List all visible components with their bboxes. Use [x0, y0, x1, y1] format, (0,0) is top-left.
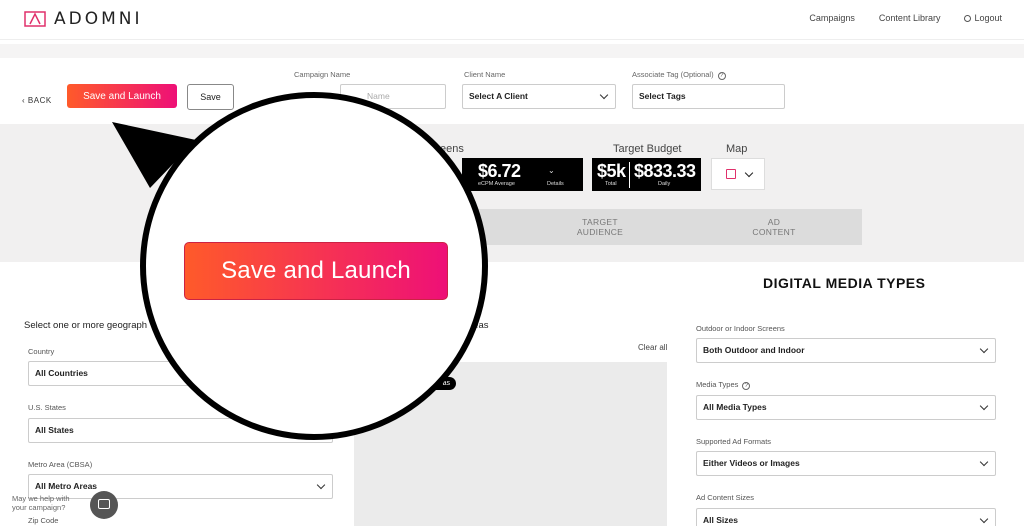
- step-tabs: TARGET AUDIENCE AD CONTENT: [440, 209, 862, 245]
- tag-label: Associate Tag (Optional)?: [632, 70, 726, 80]
- tab-target-audience-line2: AUDIENCE: [576, 227, 624, 237]
- user-icon: [964, 15, 972, 22]
- campaign-toolbar: ‹ BACK Save and Launch Save Campaign Nam…: [0, 58, 1024, 124]
- media-types-value: All Media Types: [703, 402, 767, 412]
- chat-line2: your campaign?: [12, 503, 66, 512]
- nav-logout[interactable]: Logout: [964, 13, 1002, 23]
- chevron-down-icon[interactable]: ⌄: [548, 166, 555, 175]
- map-label: Map: [726, 143, 748, 155]
- screens-type-label: Outdoor or Indoor Screens: [696, 324, 785, 333]
- country-label: Country: [28, 347, 55, 356]
- zip-label: Zip Code: [28, 516, 59, 525]
- chevron-down-icon: [316, 480, 326, 490]
- geo-title: Select one or more geograph: [24, 320, 148, 331]
- chat-line1: May we help with: [12, 494, 70, 503]
- screens-type-value: Both Outdoor and Indoor: [703, 345, 805, 355]
- header-spacer: [0, 44, 1024, 58]
- chevron-down-icon: [979, 457, 989, 467]
- chat-button[interactable]: [90, 491, 118, 519]
- media-types-label: Media Types?: [696, 380, 751, 390]
- ad-sizes-value: All Sizes: [703, 515, 738, 525]
- clear-all-link[interactable]: Clear all: [638, 343, 667, 352]
- map-toggle-button[interactable]: [711, 158, 765, 190]
- back-label: BACK: [27, 96, 52, 105]
- logout-label: Logout: [974, 13, 1002, 23]
- ecpm-box: $6.72 eCPM Average ⌄ Details: [462, 158, 583, 191]
- details-link[interactable]: Details: [547, 181, 564, 187]
- ad-formats-select[interactable]: Either Videos or Images: [696, 451, 996, 476]
- budget-daily: $833.33: [634, 161, 696, 181]
- help-icon[interactable]: ?: [717, 72, 726, 80]
- client-select[interactable]: Select A Client: [462, 84, 616, 109]
- metro-select[interactable]: All Metro Areas: [28, 474, 333, 499]
- client-name-label: Client Name: [464, 70, 506, 79]
- screens-type-select[interactable]: Both Outdoor and Indoor: [696, 338, 996, 363]
- states-label: U.S. States: [28, 403, 66, 412]
- chevron-down-icon: [979, 401, 989, 411]
- ad-sizes-select[interactable]: All Sizes: [696, 508, 996, 526]
- budget-daily-caption: Daily: [658, 181, 671, 187]
- nav-content-library[interactable]: Content Library: [879, 13, 941, 23]
- tab-target-audience[interactable]: TARGET AUDIENCE: [570, 217, 630, 237]
- budget-total: $5k: [597, 161, 626, 181]
- budget-total-caption: Total: [605, 181, 617, 187]
- map-icon: [726, 169, 736, 179]
- chevron-down-icon: [744, 168, 754, 178]
- metro-value: All Metro Areas: [35, 481, 98, 491]
- tag-select-value: Select Tags: [639, 91, 686, 101]
- client-select-value: Select A Client: [469, 91, 528, 101]
- ad-formats-label: Supported Ad Formats: [696, 437, 772, 446]
- chevron-down-icon: [979, 344, 989, 354]
- ecpm-caption: eCPM Average: [478, 181, 515, 187]
- tab-ad-content[interactable]: AD CONTENT: [744, 217, 804, 237]
- media-types-select[interactable]: All Media Types: [696, 395, 996, 420]
- budget-label: Target Budget: [613, 143, 682, 155]
- brand-name: ADOMNI: [54, 9, 143, 29]
- tab-ad-content-line2: CONTENT: [752, 227, 796, 237]
- divider: [629, 162, 630, 188]
- campaign-name-label: Campaign Name: [294, 70, 351, 79]
- zoom-callout: Save and Launch: [140, 92, 488, 440]
- chevron-down-icon: [599, 90, 609, 100]
- ecpm-value: $6.72: [478, 161, 521, 181]
- save-and-launch-button[interactable]: Save and Launch: [67, 84, 177, 108]
- top-nav: ADOMNI Campaigns Content Library Logout: [0, 0, 1024, 40]
- country-value: All Countries: [35, 368, 88, 378]
- media-types-title: DIGITAL MEDIA TYPES: [763, 275, 926, 291]
- tab-ad-content-line1: AD: [767, 217, 781, 227]
- chevron-down-icon: [979, 514, 989, 524]
- back-link[interactable]: ‹ BACK: [22, 96, 52, 105]
- logo-icon: [24, 11, 46, 27]
- states-value: All States: [35, 425, 74, 435]
- chat-prompt: May we help with your campaign?: [12, 494, 70, 512]
- tab-target-audience-line1: TARGET: [582, 217, 618, 227]
- save-and-launch-button-zoomed[interactable]: Save and Launch: [184, 242, 448, 300]
- budget-box: $5k Total $833.33 Daily: [592, 158, 701, 191]
- nav-campaigns[interactable]: Campaigns: [809, 13, 855, 23]
- help-icon[interactable]: ?: [742, 382, 751, 390]
- tag-select[interactable]: Select Tags: [632, 84, 785, 109]
- ad-sizes-label: Ad Content Sizes: [696, 493, 754, 502]
- save-button[interactable]: Save: [187, 84, 234, 110]
- chat-icon: [98, 499, 110, 509]
- logo[interactable]: ADOMNI: [24, 9, 143, 29]
- ad-formats-value: Either Videos or Images: [703, 458, 800, 468]
- tag-label-text: Associate Tag (Optional): [632, 70, 714, 79]
- metro-label: Metro Area (CBSA): [28, 460, 93, 469]
- media-types-label-text: Media Types: [696, 380, 739, 389]
